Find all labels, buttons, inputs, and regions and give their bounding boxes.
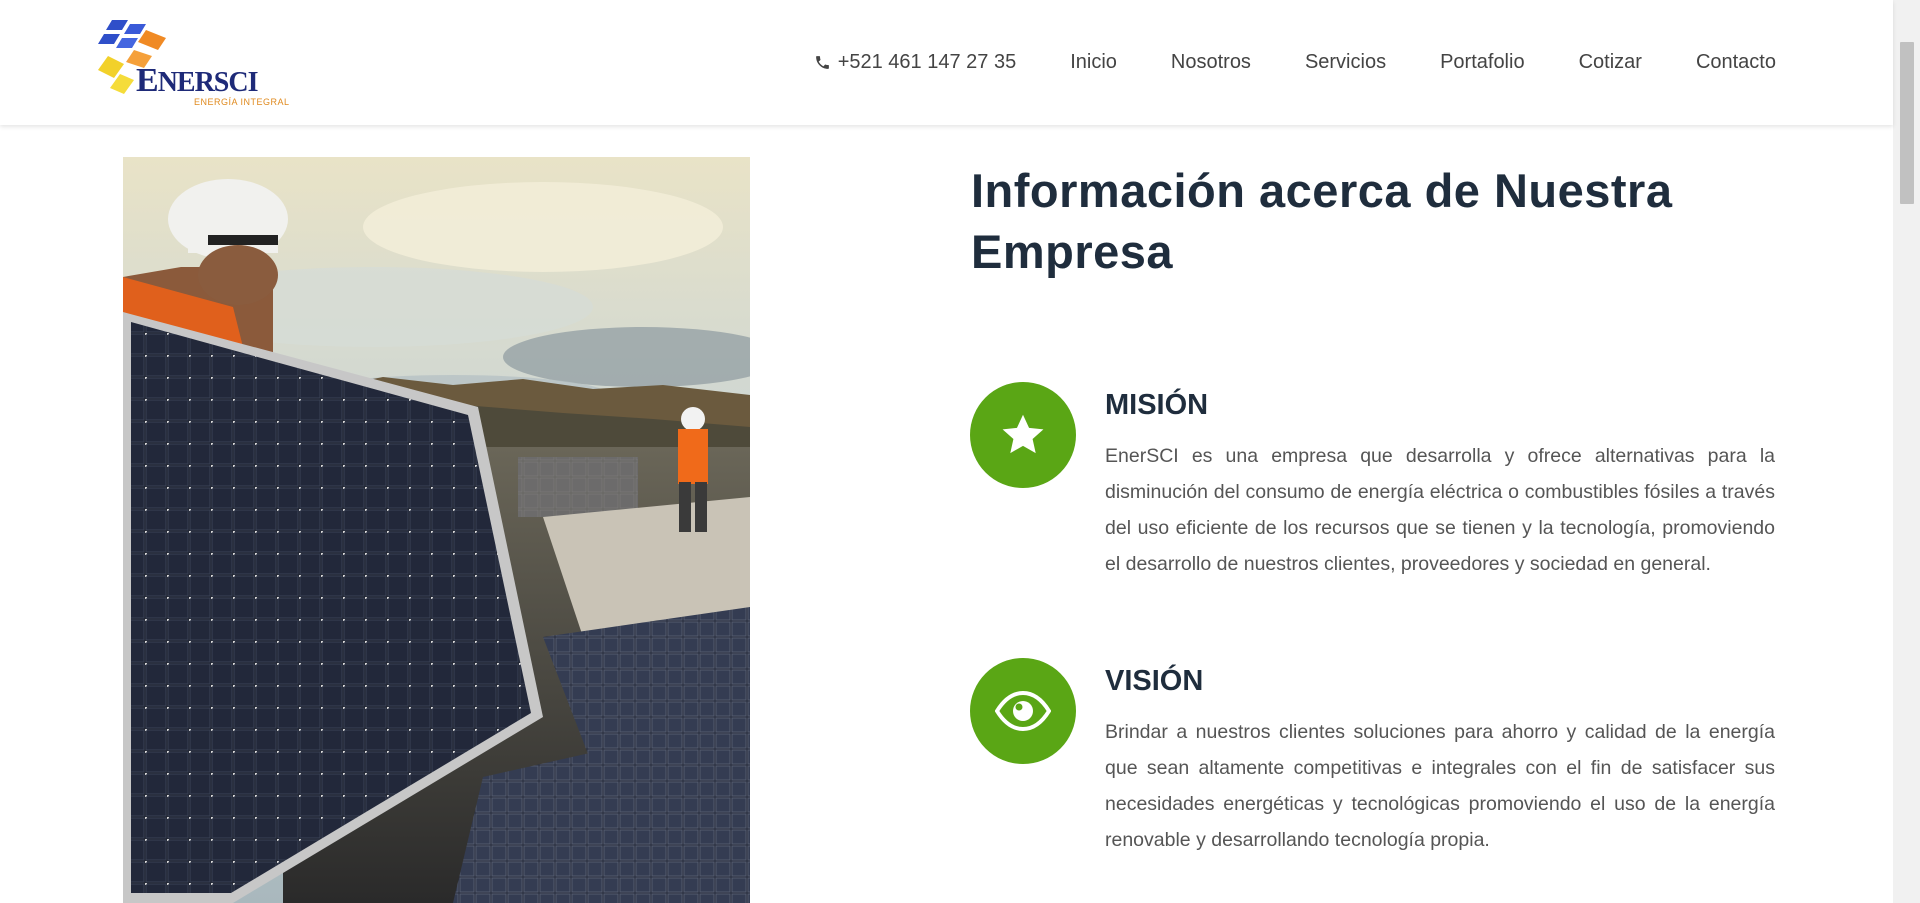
nav-nosotros[interactable]: Nosotros (1171, 51, 1251, 74)
vision-text: Brindar a nuestros clientes soluciones p… (1105, 721, 1775, 851)
phone-link[interactable]: +521 461 147 27 35 (814, 50, 1017, 74)
nav-contacto[interactable]: Contacto (1696, 51, 1776, 74)
mision-icon-circle (970, 382, 1076, 488)
eye-icon (995, 691, 1051, 731)
nav-cotizar[interactable]: Cotizar (1579, 51, 1642, 74)
phone-icon (815, 55, 829, 69)
vision-title: VISIÓN (1105, 665, 1204, 697)
page-scrollbar[interactable] (1893, 0, 1920, 903)
scrollbar-thumb[interactable] (1900, 42, 1914, 204)
logo-wordmark: ENERSCI (136, 62, 258, 99)
nav-inicio[interactable]: Inicio (1070, 51, 1117, 74)
about-heading: Información acerca de Nuestra Empresa (971, 164, 1673, 278)
mision-text: EnerSCI es una empresa que desarrolla y … (1105, 445, 1775, 575)
enersci-logo[interactable]: ENERSCI ENERGÍA INTEGRAL (94, 16, 294, 111)
logo-tagline: ENERGÍA INTEGRAL (194, 97, 290, 107)
nav-portafolio[interactable]: Portafolio (1440, 51, 1525, 74)
mision-title: MISIÓN (1105, 389, 1209, 421)
vision-icon-circle (970, 658, 1076, 764)
solar-workers-photo (123, 157, 750, 903)
star-icon (1002, 414, 1044, 454)
nav-servicios[interactable]: Servicios (1305, 51, 1386, 74)
main-nav: +521 461 147 27 35 Inicio Nosotros Servi… (814, 50, 1776, 74)
phone-number: +521 461 147 27 35 (837, 50, 1017, 73)
site-header: ENERSCI ENERGÍA INTEGRAL +521 461 147 27… (0, 0, 1893, 125)
